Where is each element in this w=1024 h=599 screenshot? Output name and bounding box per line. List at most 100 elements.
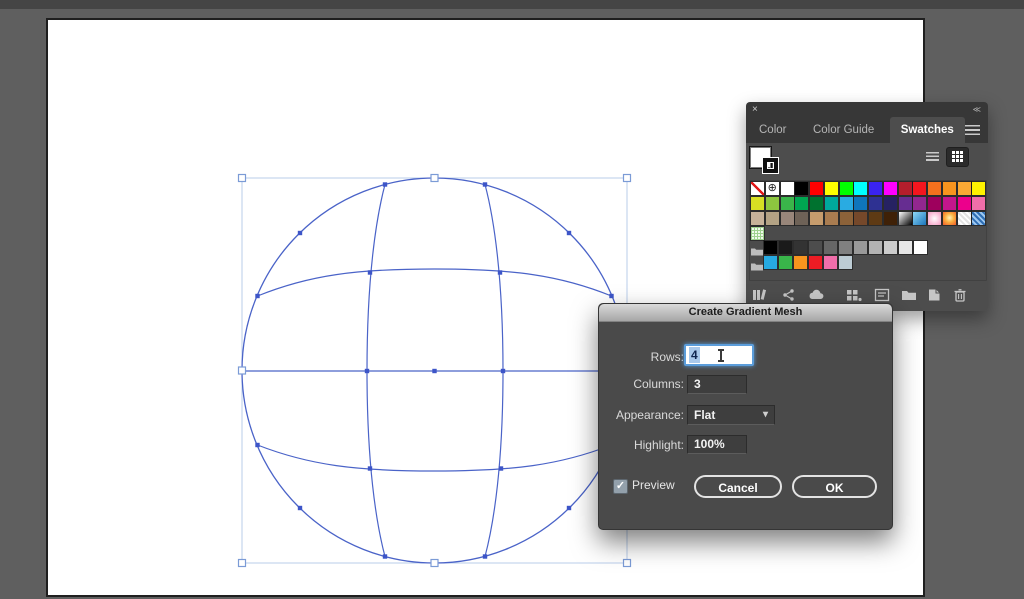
swatch[interactable] xyxy=(781,212,794,225)
stroke-color-proxy[interactable] xyxy=(763,158,778,173)
swatch[interactable] xyxy=(839,256,852,269)
swatch[interactable] xyxy=(766,212,779,225)
preview-checkbox[interactable]: ✓ xyxy=(613,479,628,494)
tab-color-guide[interactable]: Color Guide xyxy=(802,117,885,143)
swatch-libraries-icon[interactable] xyxy=(752,288,768,302)
swatch[interactable] xyxy=(884,197,897,210)
highlight-label: Highlight: xyxy=(599,438,684,452)
panel-title-bar[interactable]: × ≪ xyxy=(746,102,988,117)
add-to-library-icon[interactable] xyxy=(808,288,824,302)
swatch[interactable] xyxy=(899,182,912,195)
swatch[interactable] xyxy=(795,197,808,210)
swatch[interactable] xyxy=(810,197,823,210)
swatch[interactable] xyxy=(972,182,985,195)
columns-input[interactable]: 3 xyxy=(687,375,747,394)
swatch[interactable] xyxy=(824,241,837,254)
swatch[interactable] xyxy=(899,241,912,254)
swatches-panel-body: ⊕ xyxy=(746,143,988,311)
swatch[interactable] xyxy=(854,182,867,195)
swatch[interactable] xyxy=(913,197,926,210)
swatch[interactable] xyxy=(854,212,867,225)
dialog-title-bar[interactable]: Create Gradient Mesh xyxy=(599,304,892,322)
swatch[interactable] xyxy=(779,256,792,269)
swatch-gradient-black-white[interactable] xyxy=(899,212,912,225)
list-view-button[interactable] xyxy=(922,148,943,166)
swatch[interactable] xyxy=(809,241,822,254)
tab-color[interactable]: Color xyxy=(748,117,797,143)
swatch[interactable] xyxy=(840,197,853,210)
swatch[interactable] xyxy=(913,182,926,195)
swatch[interactable] xyxy=(779,241,792,254)
swatch[interactable] xyxy=(884,182,897,195)
swatch[interactable] xyxy=(869,182,882,195)
ok-button[interactable]: OK xyxy=(792,475,877,498)
swatch[interactable] xyxy=(840,212,853,225)
swatch-gradient-orange-radial[interactable] xyxy=(943,212,956,225)
swatch-pattern-white[interactable] xyxy=(958,212,971,225)
columns-label: Columns: xyxy=(599,377,684,391)
swatch[interactable] xyxy=(884,241,897,254)
swatch[interactable] xyxy=(928,197,941,210)
swatch[interactable] xyxy=(794,241,807,254)
swatch[interactable] xyxy=(958,182,971,195)
swatch[interactable] xyxy=(884,212,897,225)
swatch[interactable] xyxy=(958,197,971,210)
swatch[interactable] xyxy=(825,182,838,195)
swatch[interactable] xyxy=(766,197,779,210)
new-swatch-icon[interactable] xyxy=(926,288,942,302)
swatch[interactable] xyxy=(781,197,794,210)
swatch[interactable] xyxy=(794,256,807,269)
swatch[interactable] xyxy=(928,182,941,195)
swatch[interactable] xyxy=(914,241,927,254)
swatch[interactable] xyxy=(854,197,867,210)
swatch[interactable] xyxy=(899,197,912,210)
close-icon[interactable]: × xyxy=(752,102,758,117)
swatch[interactable] xyxy=(751,197,764,210)
swatch-options-icon[interactable] xyxy=(874,288,890,302)
color-group-folder-icon[interactable] xyxy=(751,258,763,267)
swatch[interactable] xyxy=(869,212,882,225)
swatch[interactable] xyxy=(795,182,808,195)
cancel-button[interactable]: Cancel xyxy=(694,475,782,498)
swatch[interactable] xyxy=(943,197,956,210)
swatch[interactable] xyxy=(810,212,823,225)
swatch[interactable] xyxy=(751,212,764,225)
swatch[interactable] xyxy=(839,241,852,254)
swatch[interactable] xyxy=(840,182,853,195)
swatch[interactable] xyxy=(972,197,985,210)
new-color-group-icon[interactable] xyxy=(901,288,917,302)
swatch[interactable] xyxy=(809,256,822,269)
swatch[interactable] xyxy=(781,182,794,195)
collapse-panel-icon[interactable]: ≪ xyxy=(973,102,980,117)
swatch-pattern-blue[interactable] xyxy=(972,212,985,225)
swatch[interactable] xyxy=(854,241,867,254)
swatch-gradient-pink-fade[interactable] xyxy=(928,212,941,225)
swatch[interactable] xyxy=(943,182,956,195)
swatch-None[interactable] xyxy=(751,182,764,195)
panel-flyout-menu-icon[interactable] xyxy=(965,125,980,135)
appearance-dropdown[interactable]: Flat ▾ xyxy=(687,405,775,425)
grid-view-button[interactable] xyxy=(947,148,968,166)
swatch[interactable] xyxy=(824,256,837,269)
tab-swatches[interactable]: Swatches xyxy=(890,117,965,143)
swatch[interactable] xyxy=(795,212,808,225)
rows-input[interactable]: 4 xyxy=(684,344,754,366)
delete-swatch-icon[interactable] xyxy=(952,288,968,302)
swatch[interactable] xyxy=(869,197,882,210)
swatch[interactable] xyxy=(764,256,777,269)
show-swatch-kinds-icon[interactable] xyxy=(846,288,862,302)
swatch-gradient-blue[interactable] xyxy=(913,212,926,225)
highlight-input[interactable]: 100% xyxy=(687,435,747,454)
color-group-folder-icon[interactable] xyxy=(751,243,763,252)
swatch[interactable] xyxy=(825,197,838,210)
swatch-pattern-green-grid[interactable] xyxy=(751,227,764,240)
swatch[interactable] xyxy=(810,182,823,195)
chevron-down-icon: ▾ xyxy=(763,406,768,424)
top-strip xyxy=(0,0,1024,9)
swatch[interactable] xyxy=(825,212,838,225)
share-swatches-icon[interactable] xyxy=(781,288,797,302)
swatch-Registration[interactable]: ⊕ xyxy=(766,182,779,195)
swatch[interactable] xyxy=(764,241,777,254)
swatch[interactable] xyxy=(869,241,882,254)
rows-value: 4 xyxy=(689,347,700,363)
